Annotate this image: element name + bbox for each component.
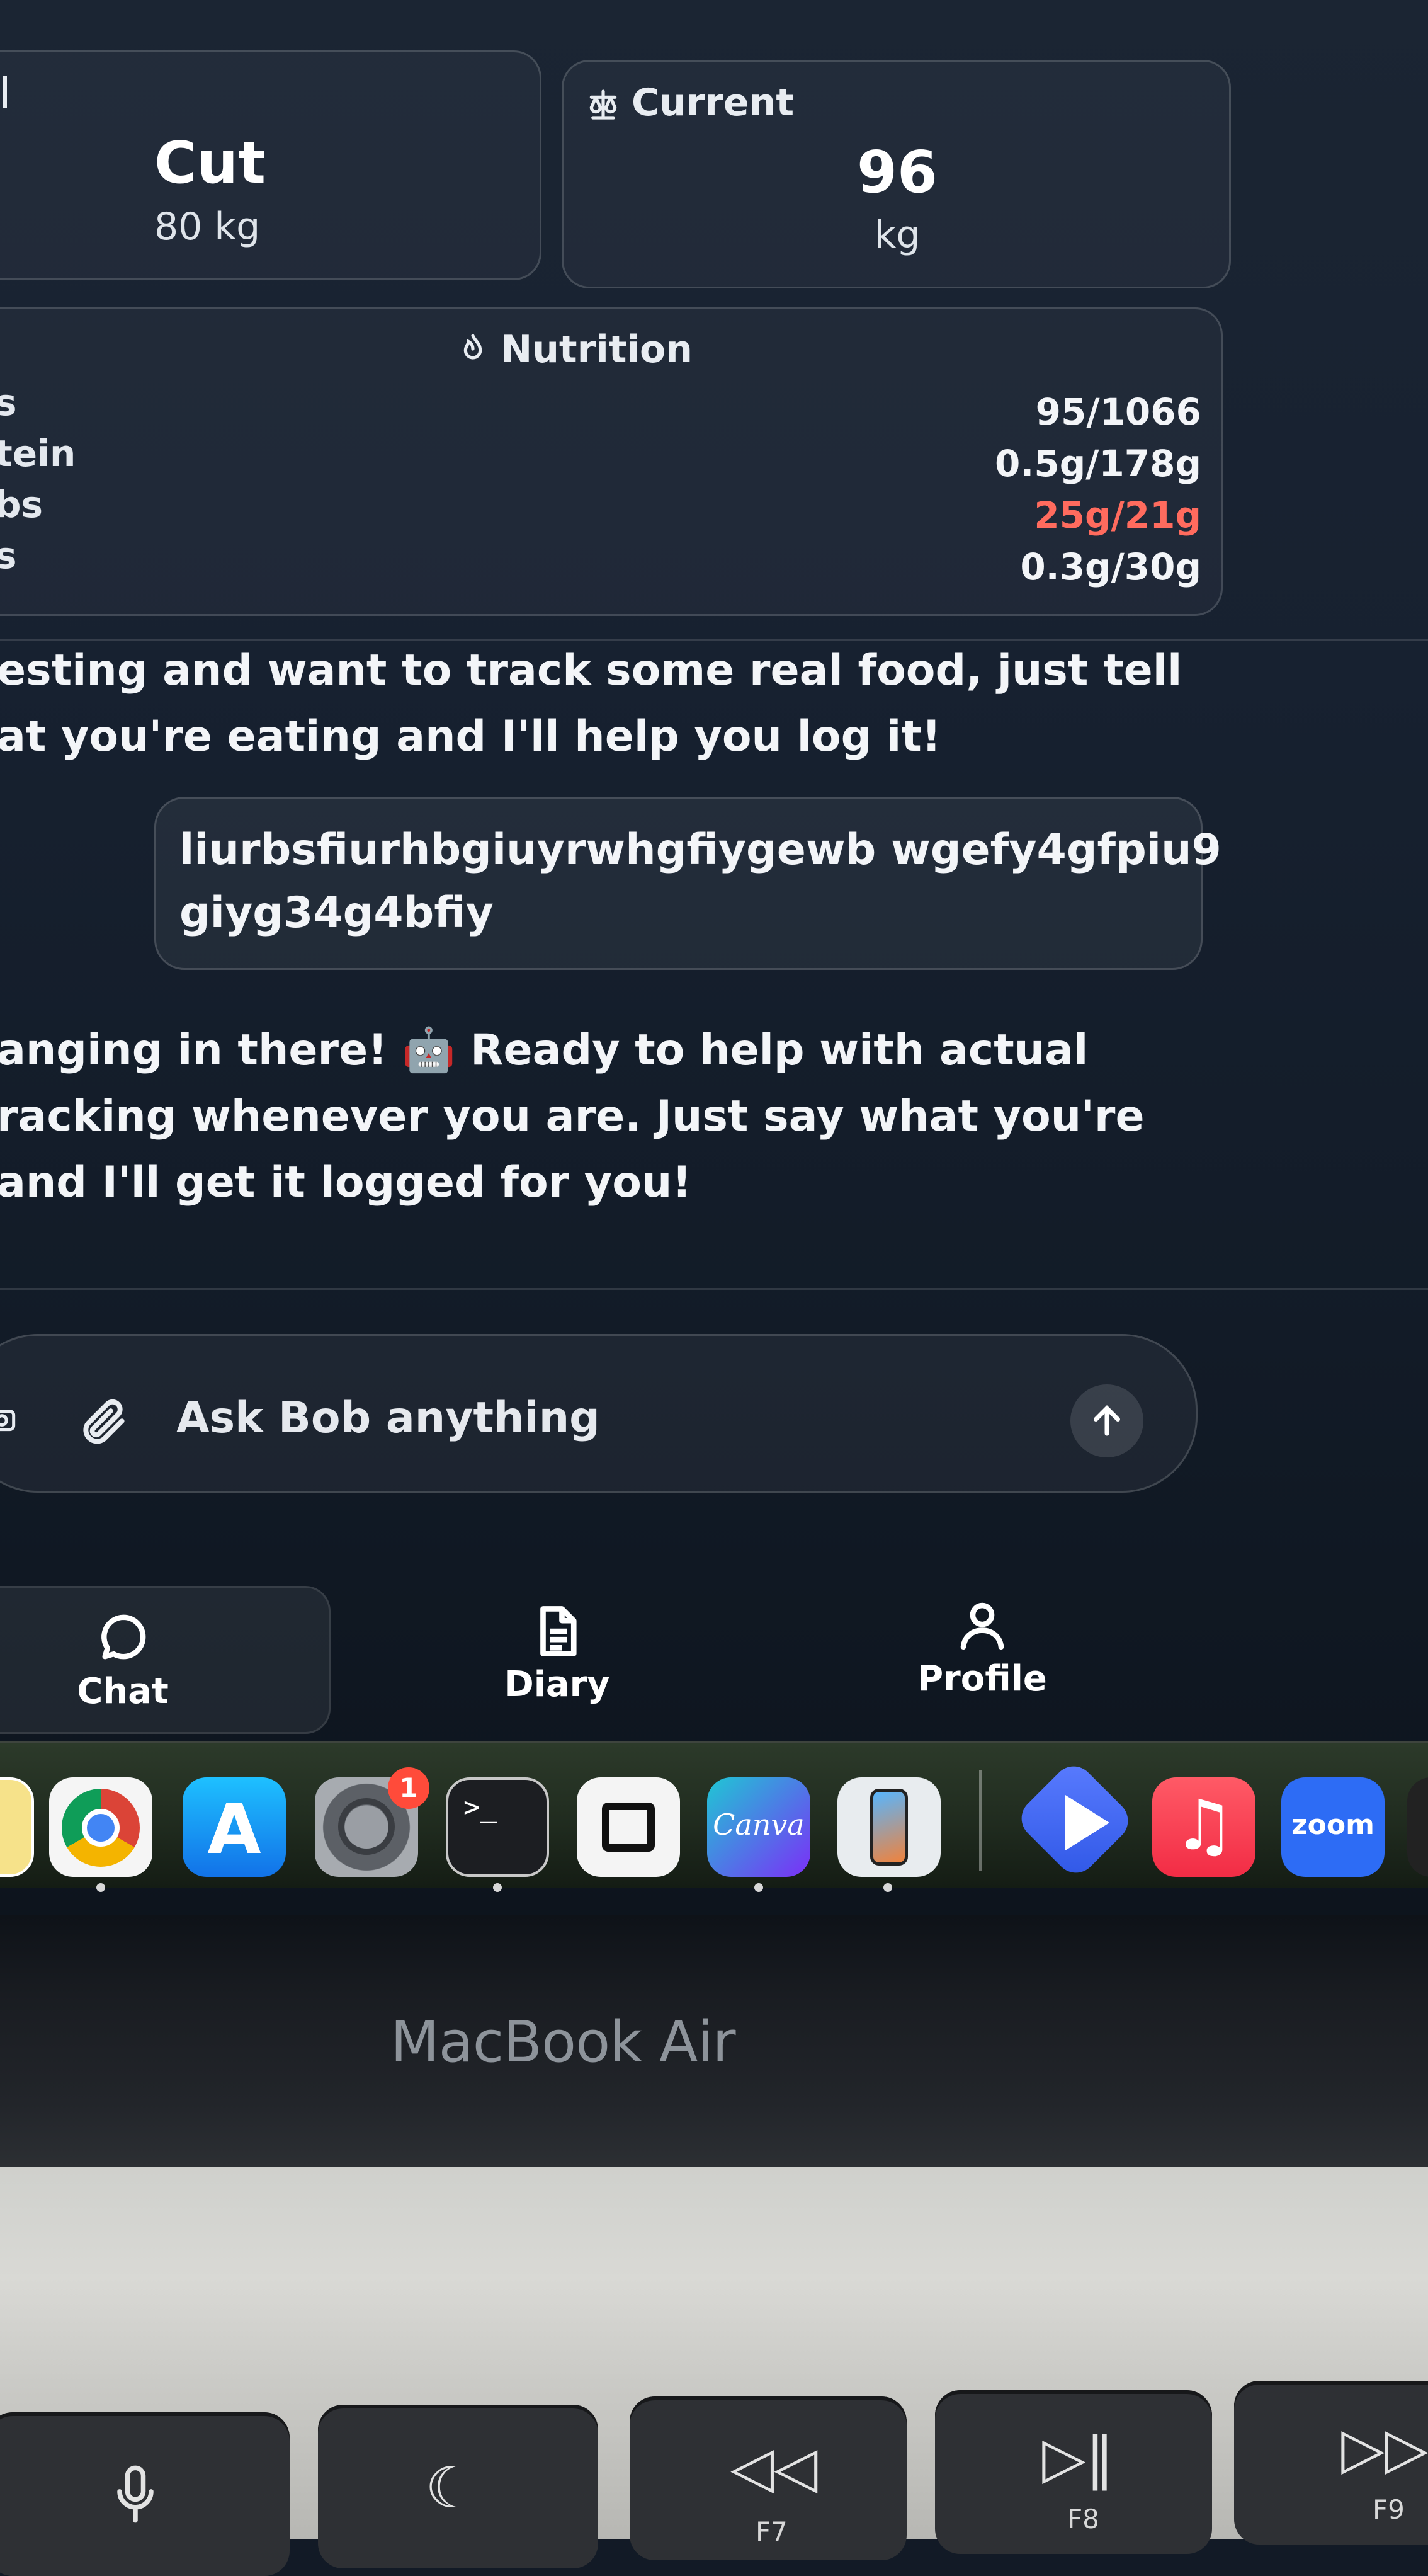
key-label: F9 — [1373, 2494, 1405, 2525]
zoom-app-icon[interactable]: zoom — [1281, 1777, 1385, 1877]
person-icon[interactable] — [954, 1597, 1011, 1655]
rewind-icon: ◁◁ — [730, 2434, 818, 2500]
nutrition-row-label: s — [0, 534, 17, 577]
goal-title: Cut — [154, 129, 266, 197]
canva-app-icon[interactable]: Canva — [707, 1777, 810, 1877]
user-message: liurbsfiurhbgiuyrwhgfiygewb wgefy4gfpiu9… — [179, 819, 1221, 945]
user-message-line: liurbsfiurhbgiuyrwhgfiygewb wgefy4gfpiu9 — [179, 825, 1221, 875]
nutrition-row-value-over: 25g/21g — [1034, 494, 1201, 537]
canva-label: Canva — [713, 1808, 805, 1842]
nutrition-row-value: 0.3g/30g — [1020, 545, 1201, 588]
device-label: MacBook Air — [390, 2009, 735, 2075]
flame-icon — [463, 334, 482, 360]
camera-icon[interactable] — [0, 1401, 19, 1437]
notification-badge: 1 — [388, 1767, 429, 1809]
iphone-mirroring-icon[interactable] — [837, 1777, 941, 1877]
dictation-key[interactable] — [0, 2412, 290, 2576]
moon-icon: ☾ — [425, 2455, 476, 2521]
zoom-label: zoom — [1291, 1809, 1374, 1841]
goal-weight: 80 kg — [154, 205, 261, 249]
arrow-up-icon — [1094, 1405, 1120, 1436]
goal-card — [0, 50, 541, 280]
assistant-message: anging in there! 🤖 Ready to help with ac… — [0, 1017, 1145, 1216]
terminal-app-icon[interactable]: >_ — [446, 1777, 549, 1877]
chrome-app-icon[interactable] — [49, 1777, 152, 1877]
running-indicator — [883, 1883, 892, 1892]
play-pause-icon: ▷‖ — [1042, 2425, 1114, 2491]
document-icon[interactable] — [529, 1603, 586, 1660]
app-screen: Cut 80 kg Current 96 kg Nutrition s tein… — [0, 0, 1428, 1915]
focus-key[interactable]: ☾ — [318, 2405, 598, 2568]
dock-app-icon-cutoff[interactable] — [1407, 1777, 1428, 1877]
assistant-message-line: at you're eating and I'll help you log i… — [0, 712, 941, 761]
key-label: F7 — [756, 2516, 788, 2547]
running-indicator — [96, 1883, 105, 1892]
laptop-bezel: MacBook Air — [0, 1915, 1428, 2167]
assistant-message-line: anging in there! 🤖 Ready to help with ac… — [0, 1025, 1089, 1075]
current-label: Current — [632, 81, 795, 125]
nutrition-row-label: s — [0, 381, 17, 424]
rewind-key[interactable]: ◁◁ F7 — [630, 2396, 907, 2560]
current-weight-unit: kg — [874, 213, 921, 257]
notes-app-icon[interactable] — [0, 1777, 34, 1877]
dock-separator — [979, 1770, 982, 1871]
assistant-message-line: esting and want to track some real food,… — [0, 646, 1182, 695]
nutrition-row-value: 0.5g/178g — [994, 442, 1201, 485]
composer-divider — [0, 1288, 1428, 1290]
current-weight-value: 96 — [856, 139, 938, 206]
paperclip-icon[interactable] — [77, 1395, 131, 1449]
scale-icon — [589, 89, 617, 120]
assistant-message-line: and I'll get it logged for you! — [0, 1158, 692, 1207]
composer-input[interactable]: Ask Bob anything — [176, 1393, 600, 1443]
tab-profile-label[interactable]: Profile — [913, 1658, 1051, 1699]
key-label: F8 — [1067, 2504, 1099, 2534]
music-app-icon[interactable]: ♫ — [1152, 1777, 1255, 1877]
assistant-message: esting and want to track some real food,… — [0, 637, 1182, 770]
microphone-icon — [117, 2465, 154, 2523]
nutrition-row-label: bs — [0, 483, 43, 526]
nutrition-row-label: tein — [0, 432, 76, 475]
running-indicator — [754, 1883, 763, 1892]
tab-diary-label[interactable]: Diary — [491, 1664, 623, 1705]
fast-forward-key[interactable]: ▷▷ F9 — [1234, 2381, 1428, 2545]
user-message-line: giyg34g4bfiy — [179, 888, 494, 938]
play-icon — [1065, 1795, 1109, 1850]
tab-chat-label: Chat — [77, 1671, 169, 1712]
play-pause-key[interactable]: ▷‖ F8 — [935, 2390, 1212, 2554]
assistant-message-line: racking whenever you are. Just say what … — [0, 1091, 1145, 1141]
capcut-app-icon[interactable] — [577, 1777, 680, 1877]
running-indicator — [493, 1883, 502, 1892]
app-store-icon[interactable]: A — [183, 1777, 286, 1877]
fast-forward-icon: ▷▷ — [1341, 2415, 1428, 2482]
chat-bubble-icon — [101, 1614, 146, 1660]
nutrition-row-value: 95/1066 — [1035, 390, 1201, 433]
send-button[interactable] — [1070, 1384, 1143, 1457]
nutrition-label: Nutrition — [501, 328, 693, 372]
goal-card-icon-fragment — [3, 76, 7, 108]
